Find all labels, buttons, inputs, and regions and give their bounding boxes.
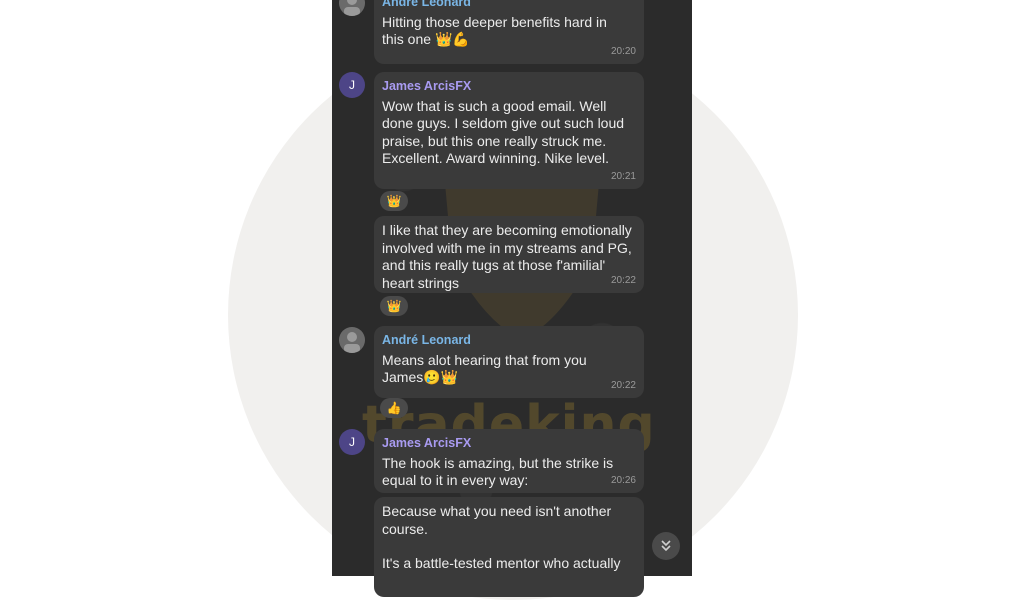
- message-bubble[interactable]: James ArcisFX The hook is amazing, but t…: [374, 429, 644, 493]
- emoji: 👑💪: [434, 31, 470, 47]
- message-time: 20:22: [610, 274, 636, 286]
- avatar[interactable]: [339, 327, 365, 353]
- message-time: 20:21: [610, 170, 636, 182]
- emoji: 🥲👑: [423, 369, 459, 385]
- message-text: I like that they are becoming emotionall…: [382, 222, 632, 291]
- sender-name[interactable]: André Leonard: [382, 0, 636, 12]
- message-text: Means alot hearing that from you James🥲👑: [382, 351, 587, 386]
- avatar[interactable]: J: [339, 72, 365, 98]
- reaction-badge[interactable]: 👍: [380, 398, 408, 418]
- chevron-double-down-icon: [661, 540, 671, 552]
- message-text: Wow that is such a good email. Well done…: [382, 97, 625, 167]
- message-bubble[interactable]: Because what you need isn't another cour…: [374, 497, 644, 597]
- avatar[interactable]: J: [339, 429, 365, 455]
- message-text: Hitting those deeper benefits hard in thi…: [382, 13, 607, 48]
- sender-name[interactable]: James ArcisFX: [382, 435, 636, 453]
- sender-name[interactable]: André Leonard: [382, 332, 636, 350]
- reaction-badge[interactable]: 👑: [380, 191, 408, 211]
- sender-name[interactable]: James ArcisFX: [382, 78, 636, 96]
- message-time: 20:26: [610, 474, 636, 486]
- message-text: The hook is amazing, but the strike is e…: [382, 454, 614, 489]
- message-time: 20:22: [610, 379, 636, 391]
- message-time: 20:20: [610, 45, 636, 57]
- message-bubble[interactable]: André Leonard Hitting those deeper benef…: [374, 0, 644, 64]
- message-text: Because what you need isn't another cour…: [382, 503, 612, 537]
- scroll-down-button[interactable]: [652, 532, 680, 560]
- message-bubble[interactable]: I like that they are becoming emotionall…: [374, 216, 644, 293]
- message-bubble[interactable]: André Leonard Means alot hearing that fr…: [374, 326, 644, 398]
- message-bubble[interactable]: James ArcisFX Wow that is such a good em…: [374, 72, 644, 189]
- reaction-badge[interactable]: 👑: [380, 296, 408, 316]
- message-text: It's a battle-tested mentor who actually: [382, 555, 621, 571]
